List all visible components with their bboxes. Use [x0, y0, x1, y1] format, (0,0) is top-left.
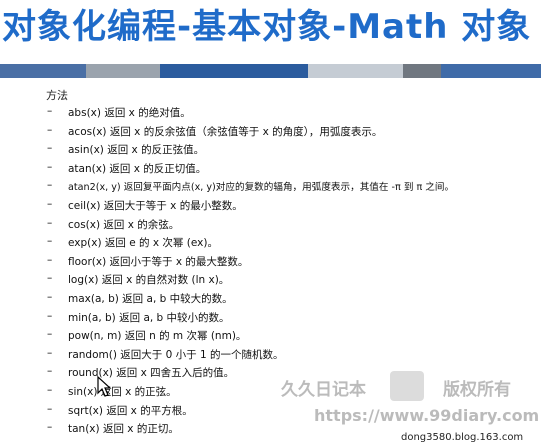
- list-item: – min(a, b) 返回 a, b 中较小的数。: [0, 308, 541, 327]
- header-bar-segment: [403, 64, 441, 78]
- bullet: –: [47, 179, 53, 192]
- slide-title: 对象化编程-基本对象-Math 对象: [2, 7, 532, 47]
- bullet: –: [47, 383, 53, 396]
- list-item: – atan(x) 返回 x 的反正切值。: [0, 159, 541, 178]
- header-bar-segment: [0, 64, 86, 78]
- method-description: tan(x) 返回 x 的正切。: [68, 423, 179, 436]
- method-description: floor(x) 返回小于等于 x 的最大整数。: [68, 255, 249, 268]
- method-description: max(a, b) 返回 a, b 中较大的数。: [68, 292, 233, 305]
- list-item: – log(x) 返回 x 的自然对数 (ln x)。: [0, 270, 541, 289]
- watermark-url: https://www.99diary.com: [314, 406, 540, 425]
- watermark-right-text: 版权所有: [443, 380, 511, 400]
- bullet: –: [47, 421, 53, 434]
- method-description: cos(x) 返回 x 的余弦。: [68, 218, 180, 231]
- header-bar-segment: [160, 64, 308, 78]
- bullet: –: [47, 328, 53, 341]
- list-item: – atan2(x, y) 返回复平面内点(x, y)对应的复数的辐角，用弧度表示…: [0, 177, 541, 196]
- list-item: – pow(n, m) 返回 n 的 m 次幂 (nm)。: [0, 326, 541, 345]
- method-description: sin(x) 返回 x 的正弦。: [68, 385, 177, 398]
- bullet: –: [47, 197, 53, 210]
- method-description: abs(x) 返回 x 的绝对值。: [68, 107, 191, 119]
- list-item: – ceil(x) 返回大于等于 x 的最小整数。: [0, 196, 541, 215]
- method-description: min(a, b) 返回 a, b 中较小的数。: [68, 311, 230, 324]
- bullet: –: [47, 235, 53, 248]
- list-item: – random() 返回大于 0 小于 1 的一个随机数。: [0, 345, 541, 364]
- bullet: –: [47, 123, 53, 136]
- method-description: round(x) 返回 x 四舍五入后的值。: [68, 367, 235, 380]
- bullet: –: [47, 253, 53, 266]
- list-item: – cos(x) 返回 x 的余弦。: [0, 215, 541, 234]
- bullet: –: [47, 365, 53, 378]
- bullet: –: [47, 309, 53, 322]
- bullet: –: [47, 346, 53, 359]
- method-description: exp(x) 返回 e 的 x 次幂 (ex)。: [68, 237, 218, 250]
- method-description: pow(n, m) 返回 n 的 m 次幂 (nm)。: [68, 330, 247, 343]
- method-description: ceil(x) 返回大于等于 x 的最小整数。: [68, 199, 243, 212]
- watermark-logo-icon: [390, 371, 424, 401]
- method-description: atan2(x, y) 返回复平面内点(x, y)对应的复数的辐角，用弧度表示，…: [68, 182, 455, 194]
- mouse-pointer-icon: [97, 376, 112, 397]
- method-description: acos(x) 返回 x 的反余弦值（余弦值等于 x 的角度），用弧度表示。: [68, 125, 383, 138]
- method-description: log(x) 返回 x 的自然对数 (ln x)。: [68, 274, 230, 287]
- bullet: –: [47, 272, 53, 285]
- bullet: –: [47, 216, 53, 229]
- header-bar-segment: [441, 64, 541, 78]
- header-bar-segment: [86, 64, 160, 78]
- bullet: –: [47, 160, 53, 173]
- watermark-left-text: 久久日记本: [281, 380, 366, 400]
- list-item: – exp(x) 返回 e 的 x 次幂 (ex)。: [0, 233, 541, 252]
- method-description: asin(x) 返回 x 的反正弦值。: [68, 144, 205, 157]
- header-bar-segment: [308, 64, 403, 78]
- bullet: –: [47, 142, 53, 155]
- bullet: –: [47, 290, 53, 303]
- bullet: –: [47, 402, 53, 415]
- method-description: atan(x) 返回 x 的反正切值。: [68, 162, 207, 175]
- list-item: – max(a, b) 返回 a, b 中较大的数。: [0, 289, 541, 308]
- list-item: – acos(x) 返回 x 的反余弦值（余弦值等于 x 的角度），用弧度表示。: [0, 122, 541, 141]
- blog-credit: dong3580.blog.163.com: [401, 432, 524, 443]
- list-item: – asin(x) 返回 x 的反正弦值。: [0, 140, 541, 159]
- list-item: – abs(x) 返回 x 的绝对值。: [0, 103, 541, 122]
- section-label: 方法: [46, 89, 68, 102]
- method-description: sqrt(x) 返回 x 的平方根。: [68, 404, 193, 417]
- bullet: –: [47, 105, 53, 117]
- list-item: – floor(x) 返回小于等于 x 的最大整数。: [0, 252, 541, 271]
- method-description: random() 返回大于 0 小于 1 的一个随机数。: [68, 348, 284, 361]
